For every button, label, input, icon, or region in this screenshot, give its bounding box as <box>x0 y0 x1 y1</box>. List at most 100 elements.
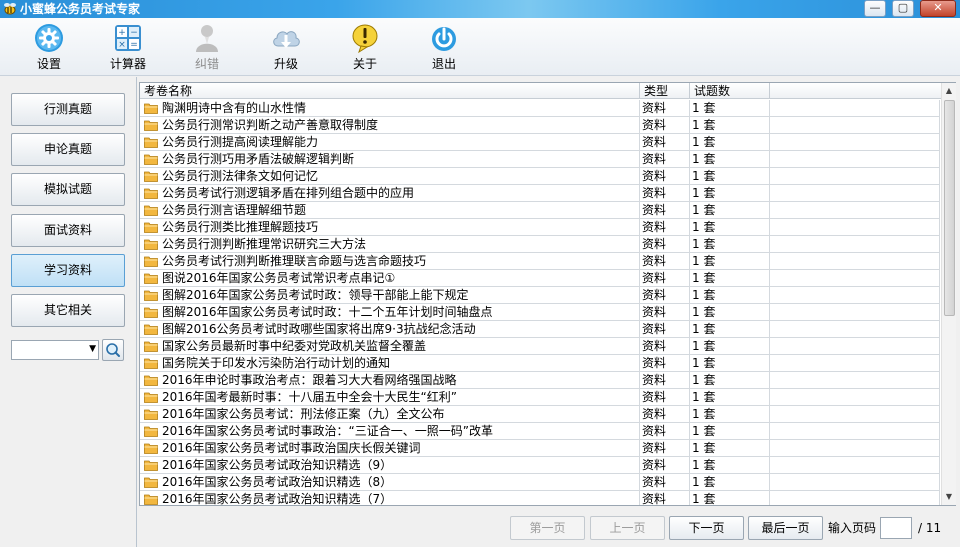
column-header-name[interactable]: 考卷名称 <box>140 83 640 99</box>
empty-cell <box>770 219 940 235</box>
chevron-down-icon[interactable]: ▼ <box>89 344 96 354</box>
table-row[interactable]: 2016年国家公务员考试：刑法修正案（九）全文公布 资料 1 套 <box>140 406 940 423</box>
table-row[interactable]: 公务员行测常识判断之动产善意取得制度 资料 1 套 <box>140 117 940 134</box>
table-row[interactable]: 图解2016公务员考试时政哪些国家将出席9·3抗战纪念活动 资料 1 套 <box>140 321 940 338</box>
nav-xingce-exams[interactable]: 行测真题 <box>11 93 125 126</box>
exam-type-cell: 资料 <box>640 406 690 422</box>
exam-name-cell: 图解2016公务员考试时政哪些国家将出席9·3抗战纪念活动 <box>140 321 640 337</box>
nav-other[interactable]: 其它相关 <box>11 294 125 327</box>
question-count-cell: 1 套 <box>690 100 770 116</box>
question-count-cell: 1 套 <box>690 321 770 337</box>
table-row[interactable]: 2016年国家公务员考试政治知识精选（7） 资料 1 套 <box>140 491 940 505</box>
table-row[interactable]: 公务员行测巧用矛盾法破解逻辑判断 资料 1 套 <box>140 151 940 168</box>
question-count-cell: 1 套 <box>690 304 770 320</box>
exam-name: 公务员行测类比推理解题技巧 <box>162 220 319 234</box>
folder-icon <box>144 273 158 284</box>
table-row[interactable]: 2016年国家公务员考试政治知识精选（9） 资料 1 套 <box>140 457 940 474</box>
minimize-button[interactable]: — <box>864 0 886 17</box>
exam-type-cell: 资料 <box>640 134 690 150</box>
table-row[interactable]: 2016年国家公务员考试时事政治：“三证合一、一照一码”改革 资料 1 套 <box>140 423 940 440</box>
search-combobox[interactable]: ▼ <box>11 340 99 360</box>
exam-type-cell: 资料 <box>640 491 690 505</box>
search-button[interactable] <box>102 339 124 361</box>
folder-icon <box>144 188 158 199</box>
scrollbar-thumb[interactable] <box>944 100 955 316</box>
question-count-cell: 1 套 <box>690 168 770 184</box>
folder-icon <box>144 324 158 335</box>
calculator-button[interactable]: + − × = 计算器 <box>96 20 160 74</box>
exam-type-cell: 资料 <box>640 355 690 371</box>
exam-type-cell: 资料 <box>640 372 690 388</box>
table-row[interactable]: 2016年申论时事政治考点：跟着习大大看网络强国战略 资料 1 套 <box>140 372 940 389</box>
scroll-up-arrow-icon[interactable]: ▲ <box>942 83 956 99</box>
maximize-button[interactable]: ▢ <box>892 0 914 17</box>
exam-type-cell: 资料 <box>640 168 690 184</box>
exam-type-cell: 资料 <box>640 219 690 235</box>
empty-cell <box>770 457 940 473</box>
table-row[interactable]: 陶渊明诗中含有的山水性情 资料 1 套 <box>140 100 940 117</box>
exam-name: 图解2016公务员考试时政哪些国家将出席9·3抗战纪念活动 <box>162 322 476 336</box>
table-row[interactable]: 国务院关于印发水污染防治行动计划的通知 资料 1 套 <box>140 355 940 372</box>
exam-name-cell: 2016年国家公务员考试政治知识精选（9） <box>140 457 640 473</box>
exam-name: 公务员行测法律条文如何记忆 <box>162 169 319 183</box>
table-row[interactable]: 2016年国家公务员考试政治知识精选（8） 资料 1 套 <box>140 474 940 491</box>
empty-cell <box>770 117 940 133</box>
table-row[interactable]: 图解2016年国家公务员考试时政：领导干部能上能下规定 资料 1 套 <box>140 287 940 304</box>
close-button[interactable]: ✕ <box>920 0 956 17</box>
nav-study-materials[interactable]: 学习资料 <box>11 254 125 287</box>
svg-text:−: − <box>130 28 138 38</box>
table-row[interactable]: 2016年国考最新时事：十八届五中全会十大民生“红利” 资料 1 套 <box>140 389 940 406</box>
exit-button[interactable]: 退出 <box>412 20 476 74</box>
exam-name: 公务员行测提高阅读理解能力 <box>162 135 319 149</box>
table-row[interactable]: 公务员行测类比推理解题技巧 资料 1 套 <box>140 219 940 236</box>
exam-name: 2016年申论时事政治考点：跟着习大大看网络强国战略 <box>162 373 457 387</box>
table-row[interactable]: 公务员行测判断推理常识研究三大方法 资料 1 套 <box>140 236 940 253</box>
table-row[interactable]: 公务员考试行测判断推理联言命题与选言命题技巧 资料 1 套 <box>140 253 940 270</box>
table-row[interactable]: 图解2016年国家公务员考试时政：十二个五年计划时间轴盘点 资料 1 套 <box>140 304 940 321</box>
column-header-type[interactable]: 类型 <box>640 83 690 99</box>
nav-shenlun-exams[interactable]: 申论真题 <box>11 133 125 166</box>
next-page-button[interactable]: 下一页 <box>669 516 744 540</box>
table-row[interactable]: 公务员考试行测逻辑矛盾在排列组合题中的应用 资料 1 套 <box>140 185 940 202</box>
title-bar: 小蜜蜂公务员考试专家 — ▢ ✕ <box>0 0 960 18</box>
nav-mock-exams[interactable]: 模拟试题 <box>11 173 125 206</box>
folder-icon <box>144 205 158 216</box>
exam-type-cell: 资料 <box>640 440 690 456</box>
table-row[interactable]: 2016年国家公务员考试时事政治国庆长假关键词 资料 1 套 <box>140 440 940 457</box>
folder-icon <box>144 171 158 182</box>
exam-name-cell: 公务员行测提高阅读理解能力 <box>140 134 640 150</box>
exam-name: 2016年国考最新时事：十八届五中全会十大民生“红利” <box>162 390 457 404</box>
nav-interview-materials[interactable]: 面试资料 <box>11 214 125 247</box>
correction-button[interactable]: 纠错 <box>175 20 239 74</box>
scroll-down-arrow-icon[interactable]: ▼ <box>942 489 956 505</box>
exam-name-cell: 公务员行测言语理解细节题 <box>140 202 640 218</box>
last-page-button[interactable]: 最后一页 <box>748 516 823 540</box>
folder-icon <box>144 392 158 403</box>
exam-type-cell: 资料 <box>640 304 690 320</box>
exam-type-cell: 资料 <box>640 287 690 303</box>
upgrade-button[interactable]: 升级 <box>254 20 318 74</box>
table-row[interactable]: 公务员行测言语理解细节题 资料 1 套 <box>140 202 940 219</box>
column-header-count[interactable]: 试题数 <box>690 83 770 99</box>
first-page-button[interactable]: 第一页 <box>510 516 585 540</box>
page-number-input[interactable] <box>880 517 912 539</box>
table-row[interactable]: 公务员行测提高阅读理解能力 资料 1 套 <box>140 134 940 151</box>
question-count-cell: 1 套 <box>690 287 770 303</box>
exam-name: 公务员行测言语理解细节题 <box>162 203 307 217</box>
table-row[interactable]: 国家公务员最新时事中纪委对党政机关监督全覆盖 资料 1 套 <box>140 338 940 355</box>
about-button[interactable]: 关于 <box>333 20 397 74</box>
exam-name: 图解2016年国家公务员考试时政：领导干部能上能下规定 <box>162 288 469 302</box>
question-count-cell: 1 套 <box>690 202 770 218</box>
exam-type-cell: 资料 <box>640 236 690 252</box>
prev-page-button[interactable]: 上一页 <box>590 516 665 540</box>
exam-name-cell: 公务员行测巧用矛盾法破解逻辑判断 <box>140 151 640 167</box>
settings-button[interactable]: 设置 <box>17 20 81 74</box>
exam-type-cell: 资料 <box>640 457 690 473</box>
table-row[interactable]: 图说2016年国家公务员考试常识考点串记① 资料 1 套 <box>140 270 940 287</box>
folder-icon <box>144 103 158 114</box>
empty-cell <box>770 338 940 354</box>
empty-cell <box>770 253 940 269</box>
table-row[interactable]: 公务员行测法律条文如何记忆 资料 1 套 <box>140 168 940 185</box>
vertical-scrollbar[interactable]: ▲ ▼ <box>941 83 956 505</box>
exam-name: 2016年国家公务员考试时事政治：“三证合一、一照一码”改革 <box>162 424 493 438</box>
